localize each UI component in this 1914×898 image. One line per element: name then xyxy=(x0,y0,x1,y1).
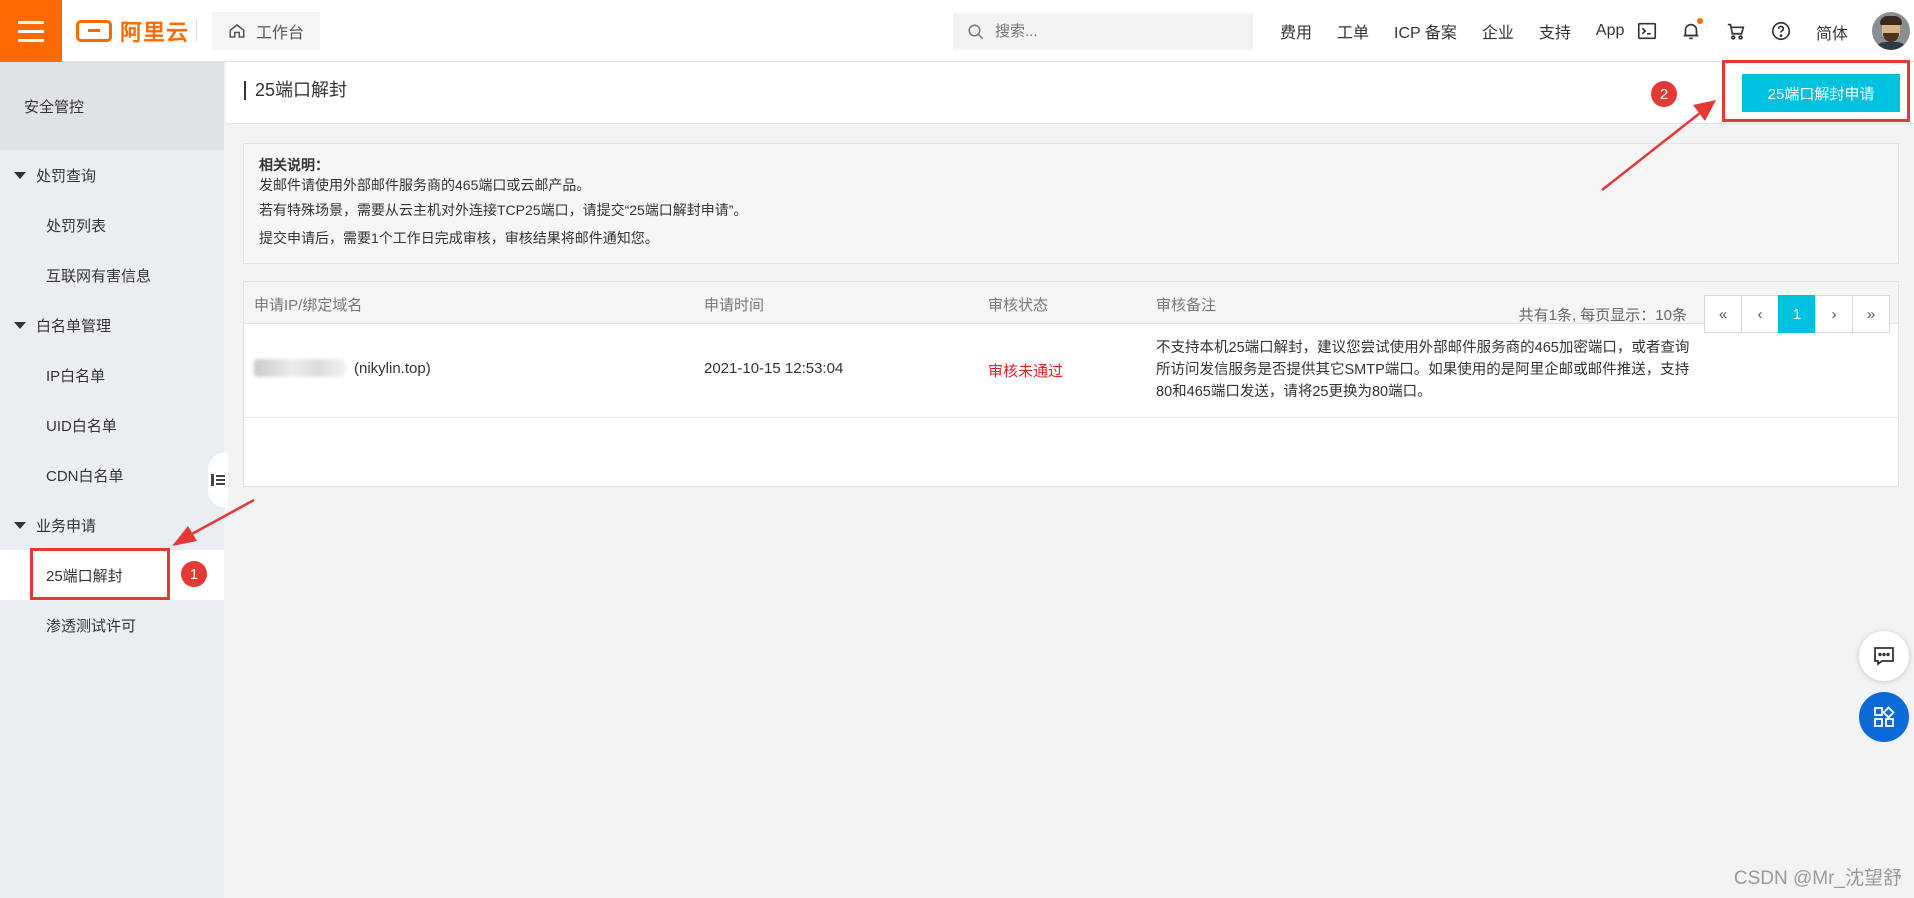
sidebar-group-penalty[interactable]: 处罚查询 xyxy=(0,150,224,200)
annotation-highlight-button xyxy=(1722,60,1910,122)
table-row: (nikylin.top) 2021-10-15 12:53:04 审核未通过 … xyxy=(244,324,1898,418)
pagination-summary: 共有1条, 每页显示：10条 xyxy=(1518,306,1687,324)
notes-title: 相关说明： xyxy=(259,157,329,173)
menu-icon[interactable] xyxy=(0,0,62,62)
top-nav: 费用 工单 ICP 备案 企业 支持 App xyxy=(1280,0,1649,62)
sidebar: 安全管控 处罚查询 处罚列表 互联网有害信息 白名单管理 IP白名单 UID白名… xyxy=(0,62,224,898)
page-number-button[interactable]: 1 xyxy=(1778,295,1816,333)
logo[interactable]: 阿里云 xyxy=(76,16,189,46)
nav-link-enterprise[interactable]: 企业 xyxy=(1482,19,1514,43)
column-header-ip: 申请IP/绑定域名 xyxy=(254,297,363,314)
page-title: 25端口解封 xyxy=(244,81,347,100)
annotation-step-1: 1 xyxy=(181,561,207,587)
pagination: 共有1条, 每页显示：10条 « ‹ 1 › » xyxy=(1519,295,1890,333)
sidebar-item-harmful-info[interactable]: 互联网有害信息 xyxy=(0,250,224,300)
notes-line: 若有特殊场景，需要从云主机对外连接TCP25端口，请提交“25端口解封申请”。 xyxy=(259,202,748,218)
notification-dot xyxy=(1697,18,1703,24)
notes-line: 发邮件请使用外部邮件服务商的465端口或云邮产品。 xyxy=(259,177,591,193)
avatar-body xyxy=(1875,42,1907,50)
page-next-button[interactable]: › xyxy=(1815,295,1853,333)
avatar-beard xyxy=(1883,33,1899,42)
language-switch[interactable]: 简体 xyxy=(1816,20,1848,44)
search-input[interactable] xyxy=(995,23,1235,40)
logo-mark xyxy=(76,20,112,42)
sidebar-group-label: 业务申请 xyxy=(36,517,97,535)
sidebar-item-ip-whitelist[interactable]: IP白名单 xyxy=(0,350,224,400)
divider xyxy=(196,20,197,42)
sidebar-item-pentest-permit[interactable]: 渗透测试许可 xyxy=(0,600,224,650)
caret-down-icon xyxy=(14,171,26,179)
search-icon xyxy=(968,24,984,39)
sidebar-item-uid-whitelist[interactable]: UID白名单 xyxy=(0,400,224,450)
nav-link-icp[interactable]: ICP 备案 xyxy=(1394,19,1457,43)
annotation-step-2: 2 xyxy=(1651,81,1677,107)
caret-down-icon xyxy=(14,521,26,529)
cell-status: 审核未通过 xyxy=(988,363,1064,380)
workbench-label: 工作台 xyxy=(256,25,305,42)
bell-icon[interactable] xyxy=(1678,18,1704,44)
nav-link-app[interactable]: App xyxy=(1596,22,1624,40)
sidebar-group-whitelist[interactable]: 白名单管理 xyxy=(0,300,224,350)
cell-time: 2021-10-15 12:53:04 xyxy=(704,360,844,377)
sidebar-group-business[interactable]: 业务申请 xyxy=(0,500,224,550)
terminal-icon[interactable] xyxy=(1634,18,1660,44)
nav-link-fees[interactable]: 费用 xyxy=(1280,19,1312,43)
column-header-time: 申请时间 xyxy=(704,297,765,314)
cell-remark: 不支持本机25端口解封，建议您尝试使用外部邮件服务商的465加密端口，或者查询所… xyxy=(1156,340,1690,400)
sidebar-item-penalty-list[interactable]: 处罚列表 xyxy=(0,200,224,250)
notes-box: 相关说明： 发邮件请使用外部邮件服务商的465端口或云邮产品。 若有特殊场景，需… xyxy=(243,143,1899,264)
watermark: CSDN @Mr_沈望舒 xyxy=(1733,868,1902,889)
sidebar-group-label: 白名单管理 xyxy=(36,317,112,335)
search-box[interactable] xyxy=(953,13,1253,50)
redacted-ip xyxy=(254,359,346,377)
sidebar-collapse-icon[interactable] xyxy=(208,452,228,508)
nav-link-support[interactable]: 支持 xyxy=(1539,19,1571,43)
chat-icon[interactable] xyxy=(1859,631,1909,681)
applications-table: 申请IP/绑定域名 申请时间 审核状态 审核备注 (nikylin.top) 2… xyxy=(243,281,1899,487)
column-header-status: 审核状态 xyxy=(988,297,1049,314)
column-header-remark: 审核备注 xyxy=(1156,297,1217,314)
page-prev-button[interactable]: ‹ xyxy=(1741,295,1779,333)
apps-icon[interactable] xyxy=(1859,692,1909,742)
caret-down-icon xyxy=(14,321,26,329)
nav-link-tickets[interactable]: 工单 xyxy=(1337,19,1369,43)
logo-text: 阿里云 xyxy=(120,20,190,45)
avatar[interactable] xyxy=(1872,12,1910,50)
home-icon xyxy=(229,24,245,38)
sidebar-title: 安全管控 xyxy=(0,62,224,150)
top-bar: 阿里云 工作台 费用 工单 ICP 备案 企业 支持 App 简体 xyxy=(0,0,1914,62)
help-icon[interactable] xyxy=(1768,18,1794,44)
page-last-button[interactable]: » xyxy=(1852,295,1890,333)
annotation-highlight-sidebar xyxy=(30,548,170,600)
notes-line: 提交申请后，需要1个工作日完成审核，审核结果将邮件通知您。 xyxy=(259,230,659,246)
sidebar-item-cdn-whitelist[interactable]: CDN白名单 xyxy=(0,450,224,500)
page-first-button[interactable]: « xyxy=(1704,295,1742,333)
avatar-hair xyxy=(1880,16,1902,25)
sidebar-group-label: 处罚查询 xyxy=(36,167,97,185)
cart-icon[interactable] xyxy=(1723,18,1749,44)
cell-domain: (nikylin.top) xyxy=(354,360,431,377)
workbench-button[interactable]: 工作台 xyxy=(212,12,321,50)
